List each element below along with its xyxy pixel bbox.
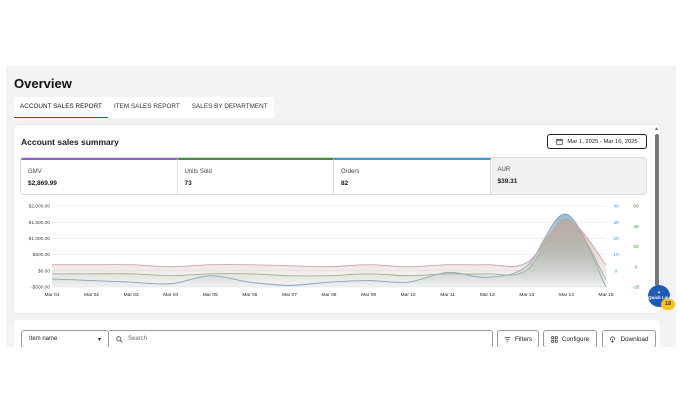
y-tick-right: 60 (633, 204, 639, 210)
y-tick-left: $0.00 (38, 268, 50, 274)
x-tick: Mar 05 (203, 292, 218, 298)
x-tick: Mar 02 (84, 292, 99, 298)
page-title: Overview (14, 76, 72, 91)
metric-gmv[interactable]: GMV $2,869.99 (21, 158, 178, 194)
x-tick: Mar 06 (242, 292, 257, 298)
y-tick-left: $500.00 (33, 252, 51, 258)
tab-item-sales-report[interactable]: ITEM SALES REPORT (108, 97, 186, 118)
download-button[interactable]: Download (602, 330, 656, 347)
filters-label: Filters (514, 335, 533, 343)
configure-label: Configure (561, 335, 590, 343)
table-toolbar: Item name ▾ Search Filters Configure Dow… (14, 320, 660, 347)
x-tick: Mar 15 (599, 292, 614, 298)
item-select-value: Item name (29, 336, 58, 342)
filters-button[interactable]: Filters (497, 330, 539, 347)
y-tick-left: $2,000.00 (29, 204, 51, 210)
x-tick: Mar 09 (361, 292, 376, 298)
tab-account-sales-report[interactable]: ACCOUNT SALES REPORT (14, 97, 108, 118)
download-label: Download (620, 335, 649, 343)
metric-value: $39.31 (497, 178, 518, 185)
y-tick-right: 20 (633, 244, 639, 250)
metric-value: 82 (341, 180, 349, 187)
y-tick-left: $1,000.00 (29, 236, 51, 242)
date-range-button[interactable]: Mar 1, 2025 - Mar 16, 2025 (547, 134, 647, 149)
search-placeholder: Search (128, 336, 148, 342)
overview-page: Overview ACCOUNT SALES REPORT ITEM SALES… (6, 66, 676, 347)
y-tick-left: $1,500.00 (29, 220, 51, 226)
tab-sales-by-department[interactable]: SALES BY DEPARTMENT (186, 97, 274, 118)
report-tabs: ACCOUNT SALES REPORT ITEM SALES REPORT S… (14, 97, 274, 118)
search-icon (116, 335, 123, 343)
metric-label: AUR (497, 167, 511, 173)
metrics-row: GMV $2,869.99 Units Sold 73 Orders 82 AU… (20, 157, 647, 195)
notification-badge: 18 (661, 299, 675, 310)
metric-aur[interactable]: AUR $39.31 (490, 158, 646, 194)
x-tick: Mar 10 (401, 292, 416, 298)
metric-value: $2,869.99 (28, 180, 57, 187)
grid-icon (551, 335, 558, 343)
metric-label: GMV (28, 169, 42, 175)
calendar-icon (556, 138, 564, 145)
series-area-2 (52, 220, 606, 287)
account-sales-summary-card: Account sales summary Mar 1, 2025 - Mar … (14, 125, 660, 313)
summary-title: Account sales summary (21, 137, 119, 147)
metric-label: Units Sold (184, 169, 212, 175)
metric-units-sold[interactable]: Units Sold 73 (177, 158, 334, 194)
x-tick: Mar 03 (124, 292, 139, 298)
scrollbar-thumb[interactable] (655, 134, 659, 286)
y-tick-right: -20 (633, 285, 640, 291)
y-tick-mid: 0 (615, 268, 618, 274)
metric-value: 73 (184, 180, 192, 187)
x-tick: Mar 01 (45, 292, 60, 298)
x-tick: Mar 08 (322, 292, 337, 298)
x-tick: Mar 12 (480, 292, 495, 298)
y-tick-mid: 10 (613, 252, 619, 258)
configure-button[interactable]: Configure (543, 330, 597, 347)
y-tick-right: 40 (633, 224, 639, 230)
metric-orders[interactable]: Orders 82 (334, 158, 491, 194)
download-icon (610, 336, 616, 343)
item-name-select[interactable]: Item name ▾ (21, 330, 109, 347)
search-input[interactable]: Search (109, 330, 493, 347)
y-tick-left: -$500.00 (31, 285, 50, 291)
y-tick-right: 0 (635, 264, 638, 270)
sales-chart: $2,000.00 $1,500.00 $1,000.00 $500.00 $0.00 -… (29, 204, 640, 298)
metric-label: Orders (341, 169, 360, 175)
x-tick: Mar 14 (559, 292, 574, 298)
scroll-up-arrow[interactable]: ▲ (654, 126, 659, 132)
x-tick: Mar 13 (519, 292, 534, 298)
date-range-text: Mar 1, 2025 - Mar 16, 2025 (567, 138, 638, 145)
filter-icon (504, 336, 511, 342)
x-tick: Mar 11 (440, 292, 455, 298)
x-tick: Mar 07 (282, 292, 297, 298)
x-tick: Mar 04 (163, 292, 178, 298)
y-tick-mid: 20 (613, 236, 619, 242)
y-tick-mid: 30 (613, 220, 619, 226)
series-line-2 (52, 219, 607, 268)
chevron-down-icon: ▾ (97, 336, 101, 343)
y-tick-mid: 40 (613, 204, 619, 210)
